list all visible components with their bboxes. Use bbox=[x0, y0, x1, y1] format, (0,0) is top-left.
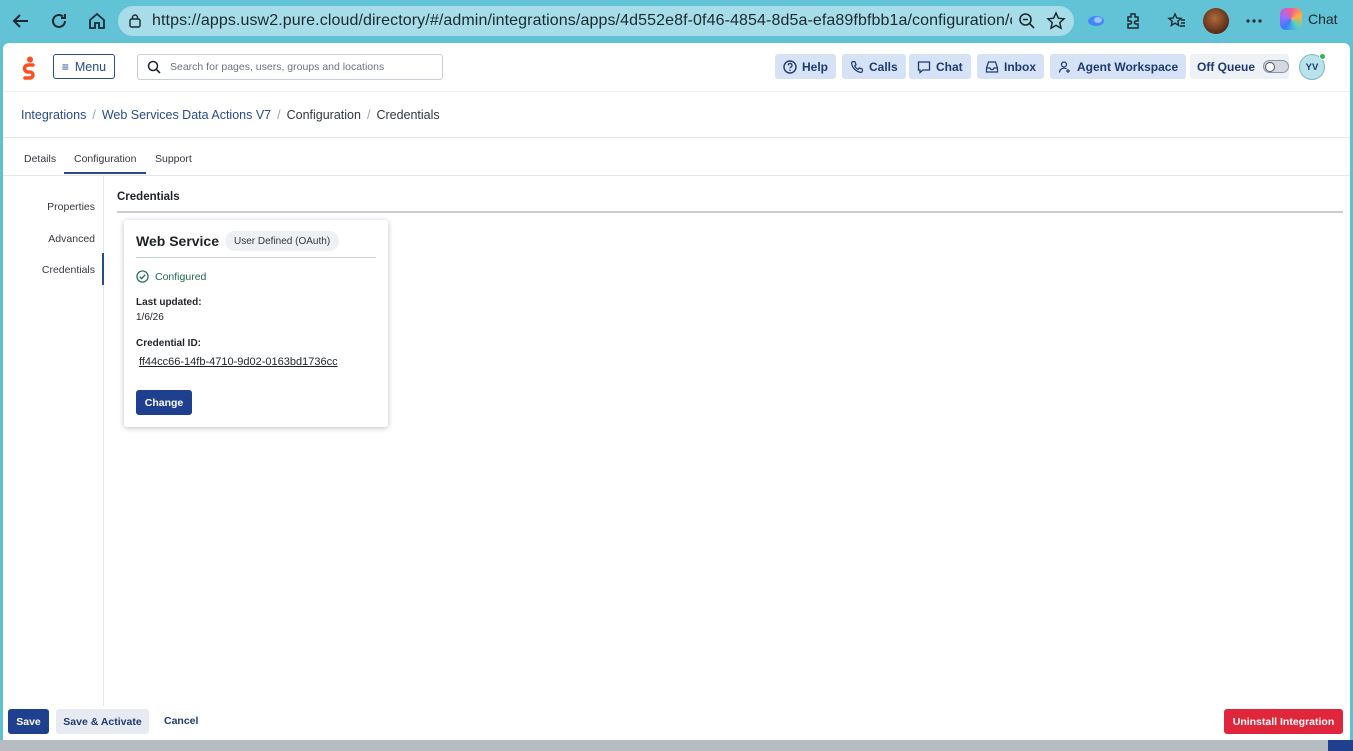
cancel-button[interactable]: Cancel bbox=[164, 715, 198, 727]
app-window: ≡ Menu Search for pages, users, groups a… bbox=[3, 43, 1350, 740]
section-title: Credentials bbox=[117, 191, 180, 203]
agent-icon bbox=[1058, 60, 1070, 73]
side-nav-credentials[interactable]: Credentials bbox=[42, 264, 95, 276]
search-input[interactable]: Search for pages, users, groups and loca… bbox=[137, 54, 443, 80]
inbox-button[interactable]: Inbox bbox=[977, 54, 1044, 79]
side-nav-properties[interactable]: Properties bbox=[47, 201, 95, 213]
copilot-chat-label: Chat bbox=[1308, 11, 1338, 27]
save-activate-button[interactable]: Save & Activate bbox=[56, 709, 149, 734]
footer-actions: Save Save & Activate Cancel Uninstall In… bbox=[3, 706, 1350, 740]
queue-label: Off Queue bbox=[1197, 59, 1256, 74]
tab-details[interactable]: Details bbox=[24, 153, 56, 165]
calls-label: Calls bbox=[869, 59, 898, 74]
inbox-icon bbox=[985, 60, 999, 73]
queue-toggle[interactable]: Off Queue bbox=[1190, 54, 1289, 79]
profile-avatar[interactable] bbox=[1202, 6, 1230, 36]
card-divider bbox=[136, 257, 376, 258]
chat-label: Chat bbox=[936, 59, 963, 74]
breadcrumb-separator: / bbox=[277, 107, 281, 122]
change-button[interactable]: Change bbox=[136, 390, 192, 415]
user-initials: YV bbox=[1305, 61, 1319, 73]
side-nav: Properties Advanced Credentials bbox=[3, 176, 104, 706]
tab-support[interactable]: Support bbox=[155, 153, 192, 165]
profile-photo bbox=[1203, 8, 1229, 34]
check-circle-icon bbox=[136, 270, 149, 283]
credential-id-label: Credential ID: bbox=[136, 338, 202, 349]
breadcrumb-configuration: Configuration bbox=[286, 107, 361, 122]
menu-button[interactable]: ≡ Menu bbox=[53, 54, 115, 79]
address-bar[interactable]: https://apps.usw2.pure.cloud/directory/#… bbox=[118, 6, 1074, 36]
genesys-logo-icon bbox=[22, 56, 35, 80]
extension-icon[interactable] bbox=[1084, 6, 1108, 36]
site-info-icon[interactable] bbox=[128, 14, 142, 28]
help-label: Help bbox=[802, 59, 829, 74]
status-text: Configured bbox=[155, 270, 207, 283]
help-icon bbox=[783, 59, 797, 74]
tab-configuration[interactable]: Configuration bbox=[64, 153, 147, 174]
breadcrumb-integrations[interactable]: Integrations bbox=[21, 108, 86, 122]
copilot-icon bbox=[1280, 8, 1302, 30]
presence-indicator bbox=[1319, 53, 1326, 60]
credential-id-link[interactable]: ff44cc66-14fb-4710-9d02-0163bd1736cc bbox=[139, 356, 338, 368]
agent-workspace-button[interactable]: Agent Workspace bbox=[1050, 54, 1187, 79]
breadcrumb-separator: / bbox=[92, 107, 96, 122]
credential-type-badge: User Defined (OAuth) bbox=[225, 231, 340, 251]
chat-button[interactable]: Chat bbox=[909, 54, 971, 79]
credential-card: Web Service User Defined (OAuth) Configu… bbox=[124, 220, 388, 427]
phone-icon bbox=[850, 60, 864, 73]
calls-button[interactable]: Calls bbox=[842, 54, 906, 79]
taskbar-corner bbox=[1328, 740, 1353, 751]
agent-workspace-label: Agent Workspace bbox=[1077, 59, 1179, 74]
search-placeholder: Search for pages, users, groups and loca… bbox=[170, 61, 385, 73]
side-nav-active-indicator bbox=[102, 253, 104, 285]
extensions-puzzle-icon[interactable] bbox=[1121, 6, 1145, 36]
hamburger-icon: ≡ bbox=[61, 59, 69, 74]
favorite-star-icon[interactable] bbox=[1046, 11, 1066, 31]
taskbar-strip bbox=[0, 740, 1353, 751]
refresh-icon[interactable] bbox=[46, 8, 72, 34]
home-icon[interactable] bbox=[84, 8, 110, 34]
menu-label: Menu bbox=[74, 59, 107, 74]
user-avatar[interactable]: YV bbox=[1299, 53, 1326, 80]
search-icon bbox=[147, 60, 161, 74]
uninstall-integration-button[interactable]: Uninstall Integration bbox=[1224, 709, 1343, 734]
breadcrumb: Integrations / Web Services Data Actions… bbox=[3, 91, 1350, 138]
breadcrumb-credentials: Credentials bbox=[376, 107, 440, 122]
save-button[interactable]: Save bbox=[8, 709, 49, 734]
breadcrumb-web-services[interactable]: Web Services Data Actions V7 bbox=[102, 108, 271, 122]
copilot-chat-button[interactable]: Chat bbox=[1280, 8, 1338, 30]
zoom-icon[interactable] bbox=[1018, 12, 1036, 30]
favorites-icon[interactable] bbox=[1165, 6, 1189, 36]
url-text: https://apps.usw2.pure.cloud/directory/#… bbox=[152, 12, 1012, 29]
inbox-label: Inbox bbox=[1004, 59, 1036, 74]
app-header: ≡ Menu Search for pages, users, groups a… bbox=[3, 43, 1350, 91]
queue-switch[interactable] bbox=[1263, 60, 1289, 73]
back-icon[interactable] bbox=[8, 8, 34, 34]
card-title: Web Service bbox=[136, 233, 220, 249]
tab-bar: Details Configuration Support bbox=[3, 139, 1350, 176]
last-updated-value: 1/6/26 bbox=[136, 312, 164, 323]
last-updated-label: Last updated: bbox=[136, 297, 202, 308]
section-divider bbox=[117, 211, 1343, 213]
breadcrumb-separator: / bbox=[366, 107, 371, 122]
more-options-icon[interactable] bbox=[1242, 6, 1266, 36]
status-badge: Configured bbox=[136, 270, 206, 283]
side-nav-advanced[interactable]: Advanced bbox=[48, 233, 95, 245]
help-button[interactable]: Help bbox=[775, 54, 837, 79]
chat-bubble-icon bbox=[917, 60, 931, 74]
